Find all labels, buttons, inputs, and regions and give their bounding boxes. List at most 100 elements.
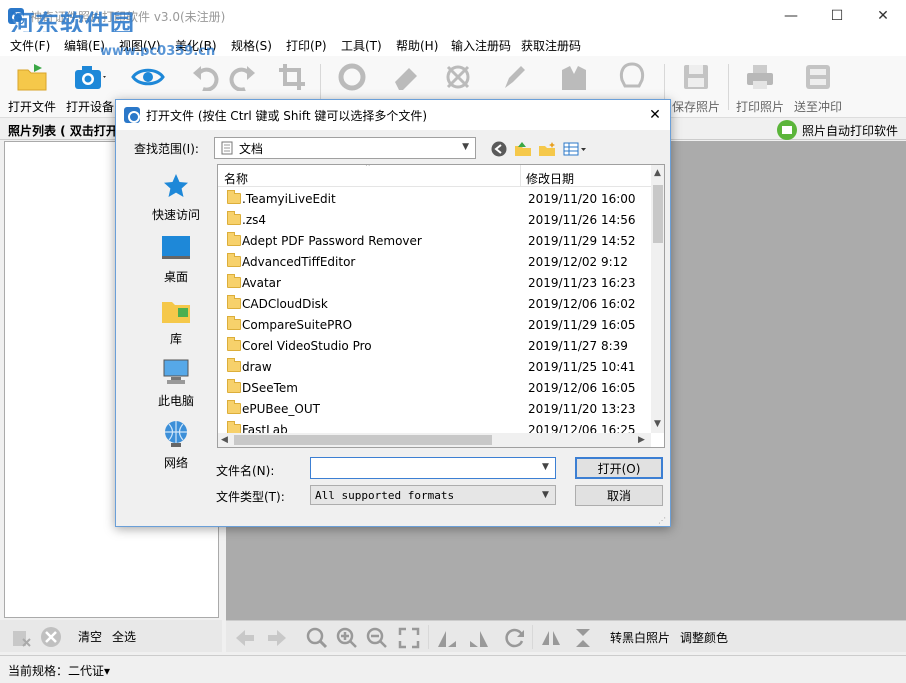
file-row[interactable]: Avatar 2019/11/23 16:23 <box>218 273 652 294</box>
horizontal-scrollbar[interactable]: ◀ ▶ <box>218 433 651 447</box>
print-photo-button[interactable]: 打印照片 <box>730 60 790 114</box>
filetype-dropdown[interactable]: All supported formats <box>310 485 556 505</box>
file-date: 2019/11/29 14:52 <box>528 234 636 248</box>
cancel-button[interactable]: 取消 <box>575 485 663 506</box>
prev-button[interactable] <box>234 627 256 649</box>
computer-icon <box>160 356 192 388</box>
document-icon <box>221 141 233 155</box>
menu-get-code[interactable]: 获取注册码 <box>521 37 581 54</box>
close-button[interactable]: ✕ <box>860 0 906 32</box>
open-file-button[interactable]: 打开文件 <box>2 60 62 114</box>
zoom-out-button[interactable] <box>366 627 388 649</box>
dialog-close-button[interactable]: ✕ <box>644 104 666 126</box>
chevron-down-icon[interactable]: ▼ <box>542 462 549 472</box>
mirror-h-button[interactable] <box>540 627 562 649</box>
file-row[interactable]: ePUBee_OUT 2019/11/20 13:23 <box>218 399 652 420</box>
remove-button[interactable] <box>40 626 62 648</box>
column-name-header[interactable]: 名称 <box>224 170 248 187</box>
menu-file[interactable]: 文件(F) <box>10 37 50 54</box>
save-photo-button[interactable]: 保存照片 <box>666 60 726 114</box>
file-date: 2019/11/20 13:23 <box>528 402 636 416</box>
dialog-title: 打开文件 (按住 Ctrl 键或 Shift 键可以选择多个文件) <box>146 109 428 123</box>
toolbar-separator <box>532 625 533 649</box>
flip-right-button[interactable] <box>468 627 490 649</box>
look-in-value: 文档 <box>239 141 264 156</box>
rotate-button[interactable] <box>504 627 526 649</box>
fit-screen-button[interactable] <box>398 627 420 649</box>
place-this-pc[interactable]: 此电脑 <box>134 356 218 412</box>
current-spec-dropdown[interactable]: 当前规格：二代证▾ <box>8 662 110 679</box>
file-list[interactable]: ⌃ 名称 修改日期 .TeamyiLiveEdit 2019/11/20 16:0… <box>217 164 665 448</box>
camera-icon <box>73 60 107 94</box>
file-row[interactable]: draw 2019/11/25 10:41 <box>218 357 652 378</box>
menu-beautify[interactable]: 美化(B) <box>175 37 217 54</box>
up-folder-button[interactable] <box>514 140 532 158</box>
scroll-right-icon[interactable]: ▶ <box>638 435 645 445</box>
minimize-button[interactable]: — <box>768 0 814 32</box>
menu-help[interactable]: 帮助(H) <box>396 37 438 54</box>
flip-left-button[interactable] <box>436 627 458 649</box>
clear-button[interactable]: 清空 <box>78 628 102 645</box>
scroll-up-icon[interactable]: ▲ <box>654 168 661 178</box>
search-button[interactable] <box>306 627 328 649</box>
save-icon <box>679 60 713 94</box>
file-name: draw <box>242 360 272 374</box>
redo-icon <box>225 60 259 94</box>
menu-print[interactable]: 打印(P) <box>286 37 327 54</box>
file-row[interactable]: AdvancedTiffEditor 2019/12/02 9:12 <box>218 252 652 273</box>
file-row[interactable]: CompareSuitePRO 2019/11/29 16:05 <box>218 315 652 336</box>
scroll-down-icon[interactable]: ▼ <box>654 419 661 429</box>
place-desktop[interactable]: 桌面 <box>134 232 218 288</box>
file-row[interactable]: Corel VideoStudio Pro 2019/11/27 8:39 <box>218 336 652 357</box>
menu-tools[interactable]: 工具(T) <box>341 37 382 54</box>
column-divider[interactable] <box>520 165 521 187</box>
mirror-v-button[interactable] <box>572 627 594 649</box>
to-bw-button[interactable]: 转黑白照片 <box>610 629 670 646</box>
skew-right-icon <box>470 631 488 647</box>
file-row[interactable]: DSeeTem 2019/12/06 16:05 <box>218 378 652 399</box>
file-row[interactable]: .TeamyiLiveEdit 2019/11/20 16:00 <box>218 189 652 210</box>
places-bar: 快速访问 桌面 库 此电脑 网络 <box>134 164 218 474</box>
resize-grip-icon[interactable]: ⋰ <box>658 516 666 525</box>
vertical-scroll-thumb[interactable] <box>653 185 663 243</box>
chevron-down-icon[interactable]: ▼ <box>542 490 549 500</box>
view-menu-button[interactable] <box>562 140 588 158</box>
menu-bar: 文件(F) 编辑(E) 视图(V) 美化(B) 规格(S) 打印(P) 工具(T… <box>0 32 906 56</box>
folder-icon <box>227 379 241 393</box>
vertical-scrollbar[interactable]: ▲ ▼ <box>651 165 664 433</box>
place-library[interactable]: 库 <box>134 294 218 350</box>
back-button[interactable] <box>490 140 508 158</box>
zoom-in-button[interactable] <box>336 627 358 649</box>
menu-view[interactable]: 视图(V) <box>119 37 161 54</box>
menu-edit[interactable]: 编辑(E) <box>64 37 105 54</box>
look-in-dropdown[interactable]: 文档 ▼ <box>214 137 476 159</box>
menu-enter-code[interactable]: 输入注册码 <box>451 37 511 54</box>
open-file-dialog: 打开文件 (按住 Ctrl 键或 Shift 键可以选择多个文件) ✕ 查找范围… <box>115 99 671 527</box>
toolbar-separator <box>428 625 429 649</box>
auto-print-link[interactable]: 照片自动打印软件 <box>776 120 898 140</box>
remove-photo-icon <box>13 631 31 647</box>
send-print-button[interactable]: 送至冲印 <box>788 60 848 114</box>
maximize-button[interactable]: ☐ <box>814 0 860 32</box>
next-button[interactable] <box>266 627 288 649</box>
column-date-header[interactable]: 修改日期 <box>526 170 574 187</box>
place-quick-access[interactable]: 快速访问 <box>134 170 218 226</box>
new-folder-button[interactable] <box>538 140 556 158</box>
open-device-button[interactable]: 打开设备 <box>60 60 120 114</box>
file-row[interactable]: CADCloudDisk 2019/12/06 16:02 <box>218 294 652 315</box>
delete-photo-button[interactable] <box>10 626 32 648</box>
file-row[interactable]: .zs4 2019/11/26 14:56 <box>218 210 652 231</box>
horizontal-scroll-thumb[interactable] <box>234 435 492 445</box>
file-row[interactable]: Adept PDF Password Remover 2019/11/29 14:… <box>218 231 652 252</box>
folder-icon <box>227 190 241 204</box>
menu-spec[interactable]: 规格(S) <box>231 37 272 54</box>
place-network[interactable]: 网络 <box>134 418 218 474</box>
view-grid-icon <box>563 142 586 156</box>
open-button[interactable]: 打开(O) <box>575 457 663 479</box>
select-all-button[interactable]: 全选 <box>112 628 136 645</box>
folder-icon <box>227 211 241 225</box>
file-name: Avatar <box>242 276 281 290</box>
filename-input[interactable] <box>310 457 556 479</box>
scroll-left-icon[interactable]: ◀ <box>221 435 228 445</box>
adjust-color-button[interactable]: 调整颜色 <box>680 629 728 646</box>
